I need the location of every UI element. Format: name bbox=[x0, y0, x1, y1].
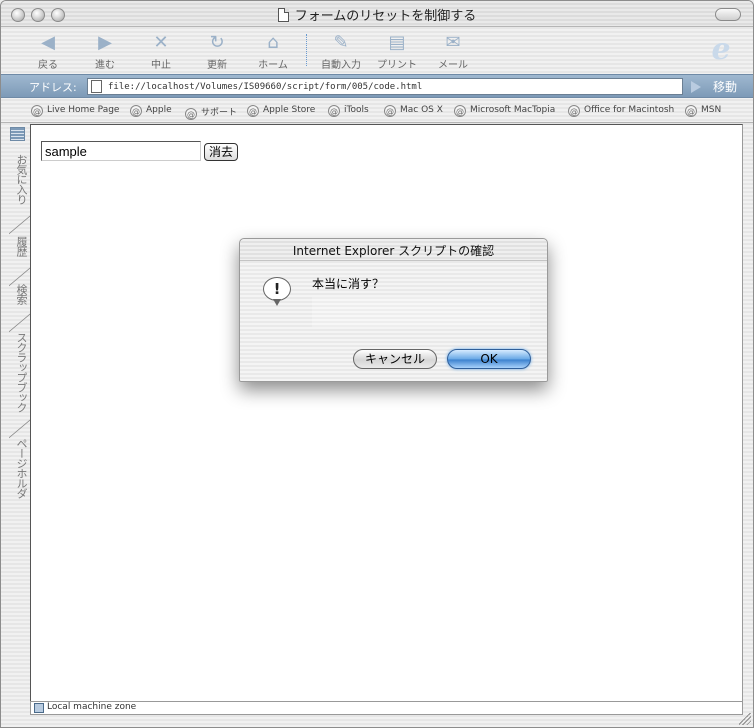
window-title: フォームのリセットを制御する bbox=[294, 9, 477, 24]
cancel-button[interactable]: キャンセル bbox=[353, 349, 437, 369]
favorite-link[interactable]: @ iTools bbox=[328, 105, 369, 117]
dialog-title-bar[interactable]: Internet Explorer スクリプトの確認 bbox=[240, 239, 547, 261]
at-icon: @ bbox=[328, 105, 340, 117]
sidebar-tab-history[interactable]: 履歴 bbox=[9, 236, 29, 256]
autofill-icon: ✎ bbox=[333, 32, 349, 53]
favorite-link[interactable]: @ Apple Store bbox=[247, 105, 315, 117]
toolbar: ◀ 戻る ▶ 進む ✕ 中止 ↻ 更新 ⌂ ホーム ✎ 自動入力 ▤ プリント … bbox=[1, 28, 753, 74]
stop-x-icon: ✕ bbox=[153, 32, 169, 53]
at-icon: @ bbox=[568, 105, 580, 117]
go-arrow-icon bbox=[691, 81, 701, 93]
print-button[interactable]: ▤ プリント bbox=[370, 32, 424, 71]
forward-button-label: 進む bbox=[95, 60, 115, 71]
mail-button-label: メール bbox=[438, 60, 468, 71]
title-bar[interactable]: フォームのリセットを制御する bbox=[1, 1, 753, 27]
printer-icon: ▤ bbox=[388, 32, 406, 53]
stop-button-label: 中止 bbox=[151, 60, 171, 71]
mail-button[interactable]: ✉ メール bbox=[426, 32, 480, 71]
favorite-link[interactable]: @ Microsoft MacTopia bbox=[454, 105, 555, 117]
confirm-dialog: Internet Explorer スクリプトの確認 ! 本当に消す？ キャンセ… bbox=[239, 238, 548, 382]
home-button[interactable]: ⌂ ホーム bbox=[246, 32, 300, 71]
at-icon: @ bbox=[247, 105, 259, 117]
status-bar: Local machine zone bbox=[30, 701, 743, 715]
address-input[interactable] bbox=[108, 79, 678, 94]
favorite-link[interactable]: @ Live Home Page bbox=[31, 105, 119, 117]
favorites-bar: @ Live Home Page @ Apple @ サポート @ Apple Stor… bbox=[1, 99, 753, 123]
back-button-label: 戻る bbox=[38, 60, 58, 71]
home-button-label: ホーム bbox=[258, 60, 288, 71]
resize-grip-icon[interactable] bbox=[739, 713, 751, 725]
autofill-button[interactable]: ✎ 自動入力 bbox=[314, 32, 368, 71]
sidebar-toggle-icon[interactable] bbox=[10, 127, 25, 141]
back-button[interactable]: ◀ 戻る bbox=[21, 32, 75, 71]
autofill-button-label: 自動入力 bbox=[321, 60, 361, 71]
toolbar-separator bbox=[306, 34, 307, 66]
window-title-container: フォームのリセットを制御する bbox=[1, 5, 753, 24]
stop-button[interactable]: ✕ 中止 bbox=[134, 32, 188, 71]
favorite-link[interactable]: @ Office for Macintosh bbox=[568, 105, 674, 117]
document-icon bbox=[277, 8, 289, 22]
at-icon: @ bbox=[31, 105, 43, 117]
sidebar-tab-favorites[interactable]: お気に入り bbox=[9, 154, 29, 204]
page-icon bbox=[91, 80, 102, 93]
address-field[interactable] bbox=[87, 78, 683, 95]
print-button-label: プリント bbox=[377, 60, 417, 71]
sidebar-divider bbox=[9, 418, 31, 439]
ie-logo-icon: e bbox=[711, 32, 731, 67]
at-icon: @ bbox=[130, 105, 142, 117]
dialog-message: 本当に消す？ bbox=[312, 277, 385, 291]
at-icon: @ bbox=[384, 105, 396, 117]
at-icon: @ bbox=[185, 108, 197, 120]
back-arrow-icon: ◀ bbox=[41, 32, 55, 53]
forward-button[interactable]: ▶ 進む bbox=[78, 32, 132, 71]
mail-icon: ✉ bbox=[445, 32, 461, 53]
home-icon: ⌂ bbox=[267, 32, 279, 53]
dialog-title: Internet Explorer スクリプトの確認 bbox=[292, 244, 495, 258]
sidebar-tab-scrapbook[interactable]: スクラップブック bbox=[9, 332, 29, 412]
address-bar: アドレス: 移動 bbox=[1, 74, 753, 98]
forward-arrow-icon: ▶ bbox=[98, 32, 112, 53]
favorite-link[interactable]: @ MSN bbox=[685, 105, 721, 117]
refresh-icon: ↻ bbox=[209, 32, 225, 53]
at-icon: @ bbox=[454, 105, 466, 117]
refresh-button-label: 更新 bbox=[207, 60, 227, 71]
go-button[interactable]: 移動 bbox=[713, 78, 737, 95]
explorer-sidebar: お気に入り 履歴 検索 スクラップブック ページホルダ bbox=[1, 124, 31, 701]
browser-window: フォームのリセットを制御する ◀ 戻る ▶ 進む ✕ 中止 ↻ 更新 ⌂ ホーム… bbox=[0, 0, 754, 728]
zone-icon bbox=[34, 703, 44, 713]
dialog-message-area bbox=[312, 297, 530, 327]
at-icon: @ bbox=[685, 105, 697, 117]
refresh-button[interactable]: ↻ 更新 bbox=[190, 32, 244, 71]
sidebar-divider bbox=[9, 312, 31, 333]
alert-icon: ! bbox=[263, 277, 291, 306]
zone-text: Local machine zone bbox=[47, 702, 137, 712]
page-content: 消去 bbox=[30, 124, 743, 701]
favorite-link[interactable]: @ Apple bbox=[130, 105, 172, 117]
sidebar-divider bbox=[9, 214, 31, 235]
sidebar-tab-page-holder[interactable]: ページホルダ bbox=[9, 438, 29, 498]
ok-button[interactable]: OK bbox=[447, 349, 531, 369]
favorite-link[interactable]: @ サポート bbox=[185, 105, 237, 120]
toolbar-toggle-button[interactable] bbox=[715, 8, 741, 21]
clear-button[interactable]: 消去 bbox=[204, 143, 239, 161]
sample-text-input[interactable] bbox=[41, 141, 201, 161]
favorite-link[interactable]: @ Mac OS X bbox=[384, 105, 443, 117]
address-label: アドレス: bbox=[29, 81, 77, 94]
sidebar-tab-search[interactable]: 検索 bbox=[9, 284, 29, 304]
